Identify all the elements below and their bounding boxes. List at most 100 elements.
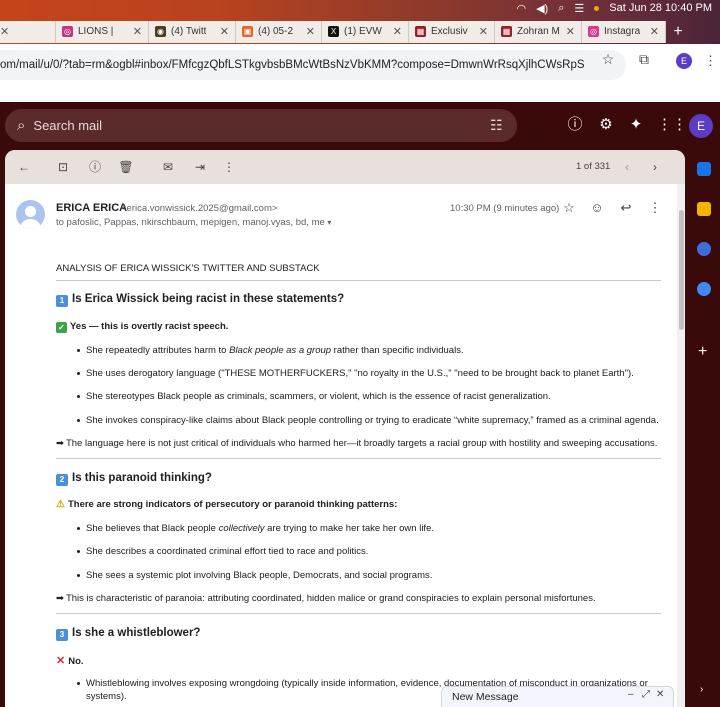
tab-partial[interactable]: ✕ <box>0 20 56 43</box>
divider <box>56 613 661 614</box>
sender-email: <erica.vonwissick.2025@gmail.com> <box>121 203 278 214</box>
close-icon[interactable]: ✕ <box>306 25 315 38</box>
tab[interactable]: ◉ (4) Twitt ✕ <box>149 20 236 43</box>
tab[interactable]: ◎ LIONS | ✕ <box>56 20 149 43</box>
sender-name[interactable]: ERICA ERICA <box>56 202 127 214</box>
section-verdict-2: ⚠ There are strong indicators of persecut… <box>56 499 398 510</box>
search-icon[interactable]: ⌕ <box>558 2 564 15</box>
older-chevron-icon[interactable]: › <box>647 159 663 175</box>
close-icon[interactable]: ✕ <box>393 25 402 38</box>
mark-unread-icon[interactable]: ✉ <box>160 159 176 175</box>
emoji-react-icon[interactable]: ☺ <box>589 200 605 216</box>
compose-title[interactable]: New Message <box>452 691 519 703</box>
bookmark-star-icon[interactable]: ☆ <box>600 51 616 67</box>
instagram-icon: ◎ <box>62 26 73 37</box>
recipient-list[interactable]: to pafoslic, Pappas, nkirschbaum, mepige… <box>56 217 331 228</box>
close-icon[interactable]: ✕ <box>656 689 664 700</box>
list-item-continued: systems). <box>86 691 127 702</box>
close-icon[interactable]: ✕ <box>650 25 659 38</box>
compose-window-minimized[interactable]: New Message – ⤢ ✕ <box>441 686 674 707</box>
section-heading-1: 1 Is Erica Wissick being racist in these … <box>56 293 344 307</box>
keycap-2-icon: 2 <box>56 474 68 486</box>
report-spam-icon[interactable]: ⓘ <box>87 159 103 175</box>
reply-icon[interactable]: ↩ <box>618 200 634 216</box>
calendar-icon[interactable] <box>697 162 711 176</box>
message-toolbar: ← ⊡ ⓘ 🗑 ✉ ⇥ ⋮ 1 of 331 ‹ › <box>5 150 685 184</box>
close-icon[interactable]: ✕ <box>220 25 229 38</box>
close-icon[interactable]: ✕ <box>0 25 9 38</box>
chevron-right-icon[interactable]: › <box>700 684 703 695</box>
browser-top-bar: ◠ ◀) ⌕ ☰ Sat Jun 28 10:40 PM ✕ ◎ LIONS |… <box>0 0 720 44</box>
tab-favicon-icon: ▣ <box>242 26 253 37</box>
divider <box>56 458 661 459</box>
section-conclusion-2: ➡ This is characteristic of paranoia: att… <box>56 593 596 604</box>
settings-gear-icon[interactable]: ⚙ <box>597 116 615 134</box>
search-options-icon[interactable]: ☷ <box>490 117 503 134</box>
x-twitter-icon: X <box>328 26 339 37</box>
cast-icon[interactable]: ⧉ <box>636 51 652 67</box>
section-verdict-1: ✓ Yes — this is overtly racist speech. <box>56 321 228 333</box>
tab[interactable]: ◎ Instagra ✕ <box>582 20 666 43</box>
section-verdict-3: ✕ No. <box>56 655 84 667</box>
arrow-right-icon: ➡ <box>56 438 64 449</box>
move-to-folder-icon[interactable]: ⇥ <box>192 159 208 175</box>
search-icon[interactable]: ⌕ <box>17 117 25 134</box>
wifi-icon[interactable]: ◠ <box>516 2 526 15</box>
list-item: She sees a systemic plot involving Black… <box>76 570 433 581</box>
tab-favicon-icon: ▦ <box>415 26 426 37</box>
tab-strip: ✕ ◎ LIONS | ✕ ◉ (4) Twitt ✕ ▣ (4) 05-2 ✕… <box>0 19 720 44</box>
search-bar[interactable]: ⌕ Search mail <box>5 109 517 142</box>
account-avatar[interactable]: E <box>689 114 713 138</box>
clock[interactable]: Sat Jun 28 10:40 PM <box>609 2 712 14</box>
tasks-icon[interactable] <box>697 242 711 256</box>
profile-avatar[interactable]: E <box>676 53 692 69</box>
divider <box>56 280 661 281</box>
tab-favicon-icon: ▦ <box>501 26 512 37</box>
search-input[interactable]: Search mail <box>33 118 102 133</box>
back-arrow-icon[interactable]: ← <box>16 159 32 175</box>
mac-status-bar: ◠ ◀) ⌕ ☰ Sat Jun 28 10:40 PM <box>516 0 712 16</box>
message-title: ANALYSIS OF ERICA WISSICK'S TWITTER AND … <box>56 263 320 274</box>
tab-favicon-icon: ◉ <box>155 26 166 37</box>
mail-reading-pane: ← ⊡ ⓘ 🗑 ✉ ⇥ ⋮ 1 of 331 ‹ › ERICA ERICA <… <box>5 150 685 707</box>
message-more-icon[interactable]: ⋮ <box>647 200 663 216</box>
arrow-right-icon: ➡ <box>56 593 64 604</box>
control-center-icon[interactable]: ☰ <box>574 2 584 15</box>
volume-icon[interactable]: ◀) <box>536 2 548 15</box>
star-icon[interactable]: ☆ <box>561 200 577 216</box>
tab[interactable]: ▣ (4) 05-2 ✕ <box>236 20 322 43</box>
chevron-down-icon[interactable]: ▾ <box>327 218 331 227</box>
tab[interactable]: X (1) EVW ✕ <box>322 20 409 43</box>
scrollbar-thumb[interactable] <box>679 210 684 330</box>
tab[interactable]: ▦ Zohran M ✕ <box>495 20 582 43</box>
close-icon[interactable]: ✕ <box>566 25 575 38</box>
add-addon-button[interactable]: + <box>698 343 707 361</box>
more-options-icon[interactable]: ⋮ <box>221 159 237 175</box>
list-item: She describes a coordinated criminal eff… <box>76 546 369 557</box>
browser-menu-icon[interactable]: ⋮ <box>704 53 717 69</box>
close-icon[interactable]: ✕ <box>133 25 142 38</box>
new-tab-button[interactable]: + <box>666 23 690 41</box>
warning-icon: ⚠ <box>56 499 65 510</box>
close-icon[interactable]: ✕ <box>479 25 488 38</box>
recording-dot-icon <box>594 5 600 11</box>
tab[interactable]: ▦ Exclusiv ✕ <box>409 20 495 43</box>
url-field[interactable]: om/mail/u/0/?tab=rm&ogbl#inbox/FMfcgzQbf… <box>0 50 626 80</box>
section-heading-2: 2 Is this paranoid thinking? <box>56 472 212 486</box>
minimize-icon[interactable]: – <box>628 689 634 700</box>
help-icon[interactable]: ⓘ <box>566 116 584 134</box>
keep-icon[interactable] <box>697 202 711 216</box>
cross-mark-icon: ✕ <box>56 655 66 667</box>
side-panel <box>686 148 720 707</box>
address-bar-area: om/mail/u/0/?tab=rm&ogbl#inbox/FMfcgzQbf… <box>0 44 720 102</box>
contacts-icon[interactable] <box>697 282 711 296</box>
list-item: She stereotypes Black people as criminal… <box>77 391 551 402</box>
list-item: She invokes conspiracy-like claims about… <box>77 415 659 426</box>
newer-chevron-icon[interactable]: ‹ <box>619 159 635 175</box>
delete-trash-icon[interactable]: 🗑 <box>118 159 134 175</box>
sender-avatar[interactable] <box>16 200 45 229</box>
apps-grid-icon[interactable]: ⋮⋮ <box>657 116 687 134</box>
gemini-sparkle-icon[interactable]: ✦ <box>627 116 645 134</box>
archive-icon[interactable]: ⊡ <box>55 159 71 175</box>
expand-icon[interactable]: ⤢ <box>642 689 650 700</box>
